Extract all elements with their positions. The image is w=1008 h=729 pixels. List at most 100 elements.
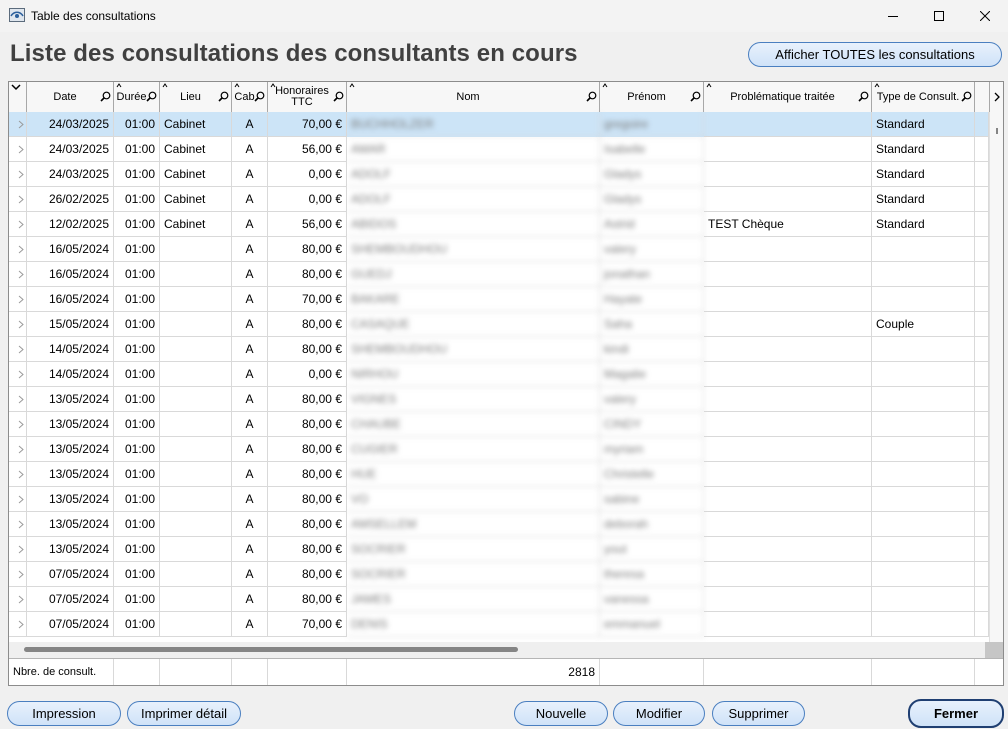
row-selector[interactable] <box>9 187 27 212</box>
row-selector[interactable] <box>9 512 27 537</box>
header-prenom[interactable]: Prénom <box>600 82 704 112</box>
maximize-button[interactable] <box>916 0 962 32</box>
cell-prenom: Isabelle <box>600 137 704 162</box>
row-selector[interactable] <box>9 587 27 612</box>
header-duree[interactable]: Durée <box>114 82 160 112</box>
cell-problematique <box>704 612 872 637</box>
table-row[interactable]: 13/05/2024 01:00 A 80,00 € CUGIER myriam <box>9 437 989 462</box>
table-row[interactable]: 13/05/2024 01:00 A 80,00 € SOCRIER yout <box>9 537 989 562</box>
horizontal-scrollbar[interactable] <box>9 642 989 658</box>
table-row[interactable]: 07/05/2024 01:00 A 80,00 € SOCRIER theresa <box>9 562 989 587</box>
modifier-button[interactable]: Modifier <box>613 701 705 726</box>
cell-prenom: sabine <box>600 487 704 512</box>
horizontal-scroll-thumb[interactable] <box>24 647 518 652</box>
search-icon[interactable] <box>218 91 229 102</box>
column-menu-button[interactable] <box>9 82 27 112</box>
row-selector[interactable] <box>9 562 27 587</box>
search-icon[interactable] <box>961 91 972 102</box>
cell-type <box>872 512 975 537</box>
close-icon <box>980 11 990 21</box>
table-row[interactable]: 16/05/2024 01:00 A 80,00 € GUEDJ jonathan <box>9 262 989 287</box>
row-selector[interactable] <box>9 462 27 487</box>
chevron-right-icon <box>18 370 24 379</box>
cell-honoraires: 0,00 € <box>268 362 347 387</box>
cell-duree: 01:00 <box>114 412 160 437</box>
table-row[interactable]: 14/05/2024 01:00 A 0,00 € NIRHOU Magalie <box>9 362 989 387</box>
cell-duree: 01:00 <box>114 562 160 587</box>
row-selector[interactable] <box>9 612 27 637</box>
header-date[interactable]: Date <box>27 82 114 112</box>
table-row[interactable]: 16/05/2024 01:00 A 80,00 € SHEMBOUDHOU valery <box>9 237 989 262</box>
table-row[interactable]: 24/03/2025 01:00 Cabinet A 56,00 € AMAR Isabel… <box>9 137 989 162</box>
row-selector[interactable] <box>9 287 27 312</box>
nouvelle-button[interactable]: Nouvelle <box>514 701 608 726</box>
table-row[interactable]: 24/03/2025 01:00 Cabinet A 0,00 € ADOLF Gladys… <box>9 162 989 187</box>
header-cab[interactable]: Cab <box>232 82 268 112</box>
row-selector[interactable] <box>9 312 27 337</box>
search-icon[interactable] <box>333 91 344 102</box>
row-selector[interactable] <box>9 262 27 287</box>
table-row[interactable]: 12/02/2025 01:00 Cabinet A 56,00 € ABIDOS Astr… <box>9 212 989 237</box>
footer-cell <box>600 659 704 685</box>
table-row[interactable]: 13/05/2024 01:00 A 80,00 € VIGNES valery <box>9 387 989 412</box>
header-nom[interactable]: Nom <box>347 82 600 112</box>
header-type[interactable]: Type de Consult. <box>872 82 975 112</box>
search-icon[interactable] <box>100 91 111 102</box>
vertical-scrollbar[interactable] <box>989 112 1003 658</box>
cell-type: Standard <box>872 187 975 212</box>
vertical-scroll-thumb[interactable] <box>996 128 998 134</box>
row-selector[interactable] <box>9 537 27 562</box>
table-row[interactable]: 07/05/2024 01:00 A 70,00 € DENIS emmanuel <box>9 612 989 637</box>
cell-duree: 01:00 <box>114 162 160 187</box>
cell-nom: AMSELLEM <box>347 512 600 537</box>
cell-honoraires: 70,00 € <box>268 287 347 312</box>
supprimer-button[interactable]: Supprimer <box>712 701 805 726</box>
table-row[interactable]: 15/05/2024 01:00 A 80,00 € CASAQUE Saha Couple <box>9 312 989 337</box>
row-selector[interactable] <box>9 162 27 187</box>
table-footer: Nbre. de consult. 2818 <box>9 658 1003 685</box>
row-spacer <box>975 187 989 212</box>
table-row[interactable]: 13/05/2024 01:00 A 80,00 € VO sabine <box>9 487 989 512</box>
row-selector[interactable] <box>9 337 27 362</box>
row-selector[interactable] <box>9 137 27 162</box>
header-lieu-label: Lieu <box>180 90 201 103</box>
table-row[interactable]: 13/05/2024 01:00 A 80,00 € HUE Christelle <box>9 462 989 487</box>
row-selector[interactable] <box>9 387 27 412</box>
row-selector[interactable] <box>9 412 27 437</box>
scroll-columns-button[interactable] <box>989 82 1003 112</box>
row-selector[interactable] <box>9 212 27 237</box>
fermer-button[interactable]: Fermer <box>908 699 1004 728</box>
table-row[interactable]: 14/05/2024 01:00 A 80,00 € SHEMBOUDHOU kindi <box>9 337 989 362</box>
table-row[interactable]: 07/05/2024 01:00 A 80,00 € JAMES vanessa <box>9 587 989 612</box>
chevron-right-icon <box>18 220 24 229</box>
show-all-consultations-button[interactable]: Afficher TOUTES les consultations <box>748 42 1002 67</box>
header-spacer <box>975 82 989 112</box>
search-icon[interactable] <box>586 91 597 102</box>
search-icon[interactable] <box>858 91 869 102</box>
row-selector[interactable] <box>9 487 27 512</box>
cell-lieu: Cabinet <box>160 212 232 237</box>
table-row[interactable]: 24/03/2025 01:00 Cabinet A 70,00 € BUCHHOLZER… <box>9 112 989 137</box>
cell-date: 14/05/2024 <box>27 337 114 362</box>
search-icon[interactable] <box>146 91 157 102</box>
minimize-icon <box>888 16 898 17</box>
row-selector[interactable] <box>9 237 27 262</box>
imprimer-detail-button[interactable]: Imprimer détail <box>127 701 241 726</box>
row-selector[interactable] <box>9 362 27 387</box>
row-selector[interactable] <box>9 112 27 137</box>
table-row[interactable]: 13/05/2024 01:00 A 80,00 € CHAUBE CINDY <box>9 412 989 437</box>
search-icon[interactable] <box>690 91 701 102</box>
cell-problematique <box>704 237 872 262</box>
cell-duree: 01:00 <box>114 487 160 512</box>
close-window-button[interactable] <box>962 0 1008 32</box>
header-honoraires[interactable]: Honoraires TTC <box>268 82 347 112</box>
row-selector[interactable] <box>9 437 27 462</box>
table-row[interactable]: 16/05/2024 01:00 A 70,00 € BAKARE Hayate <box>9 287 989 312</box>
impression-button[interactable]: Impression <box>7 701 121 726</box>
table-row[interactable]: 26/02/2025 01:00 Cabinet A 0,00 € ADOLF Gladys… <box>9 187 989 212</box>
header-problematique[interactable]: Problématique traitée <box>704 82 872 112</box>
minimize-button[interactable] <box>870 0 916 32</box>
header-lieu[interactable]: Lieu <box>160 82 232 112</box>
table-row[interactable]: 13/05/2024 01:00 A 80,00 € AMSELLEM deborah <box>9 512 989 537</box>
search-icon[interactable] <box>254 91 265 102</box>
